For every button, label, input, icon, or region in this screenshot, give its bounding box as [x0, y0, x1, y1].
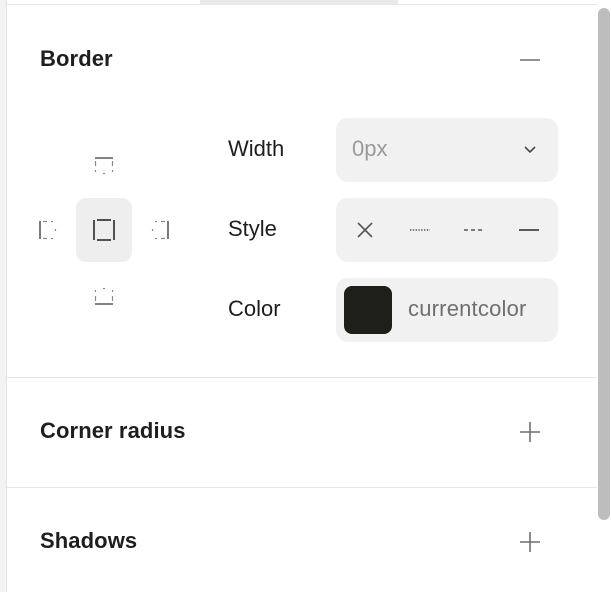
- width-label: Width: [228, 136, 285, 161]
- border-side-all-button[interactable]: [76, 198, 132, 262]
- corner-radius-expand-button[interactable]: [512, 414, 548, 450]
- border-side-top-button[interactable]: [84, 146, 124, 186]
- style-dashed-button[interactable]: [454, 210, 494, 250]
- style-dotted-button[interactable]: [400, 210, 440, 250]
- plus-icon: [520, 422, 540, 442]
- style-solid-button[interactable]: [509, 210, 549, 250]
- section-divider: [7, 487, 597, 488]
- x-icon: [357, 222, 373, 238]
- border-top-icon: [94, 157, 114, 175]
- style-none-button[interactable]: [345, 210, 385, 250]
- border-side-left-button[interactable]: [28, 210, 68, 250]
- border-panel: Border Width 0px Style Color currentcolo…: [0, 0, 612, 592]
- border-section-title: Border: [40, 46, 113, 71]
- chevron-down-icon: [524, 146, 536, 154]
- shadows-section-title: Shadows: [40, 528, 138, 553]
- border-right-icon: [151, 220, 169, 240]
- minus-icon: [520, 59, 540, 61]
- dotted-line-icon: [410, 229, 430, 231]
- width-value[interactable]: 0px: [352, 136, 387, 162]
- panel-left-edge: [0, 0, 7, 592]
- top-tab-indicator: [200, 0, 398, 4]
- border-all-icon: [93, 219, 115, 241]
- color-value[interactable]: currentcolor: [408, 296, 527, 322]
- scrollbar-thumb[interactable]: [598, 8, 610, 520]
- solid-line-icon: [519, 229, 539, 231]
- border-bottom-icon: [94, 287, 114, 305]
- dashed-line-icon: [464, 229, 484, 231]
- style-label: Style: [228, 216, 277, 241]
- corner-radius-section-title: Corner radius: [40, 418, 186, 443]
- border-left-icon: [39, 220, 57, 240]
- color-swatch[interactable]: [344, 286, 392, 334]
- plus-icon: [520, 532, 540, 552]
- border-side-bottom-button[interactable]: [84, 276, 124, 316]
- border-collapse-button[interactable]: [512, 42, 548, 78]
- section-divider: [7, 377, 597, 378]
- shadows-expand-button[interactable]: [512, 524, 548, 560]
- border-side-right-button[interactable]: [140, 210, 180, 250]
- color-label: Color: [228, 296, 281, 321]
- width-dropdown-toggle[interactable]: [518, 140, 542, 160]
